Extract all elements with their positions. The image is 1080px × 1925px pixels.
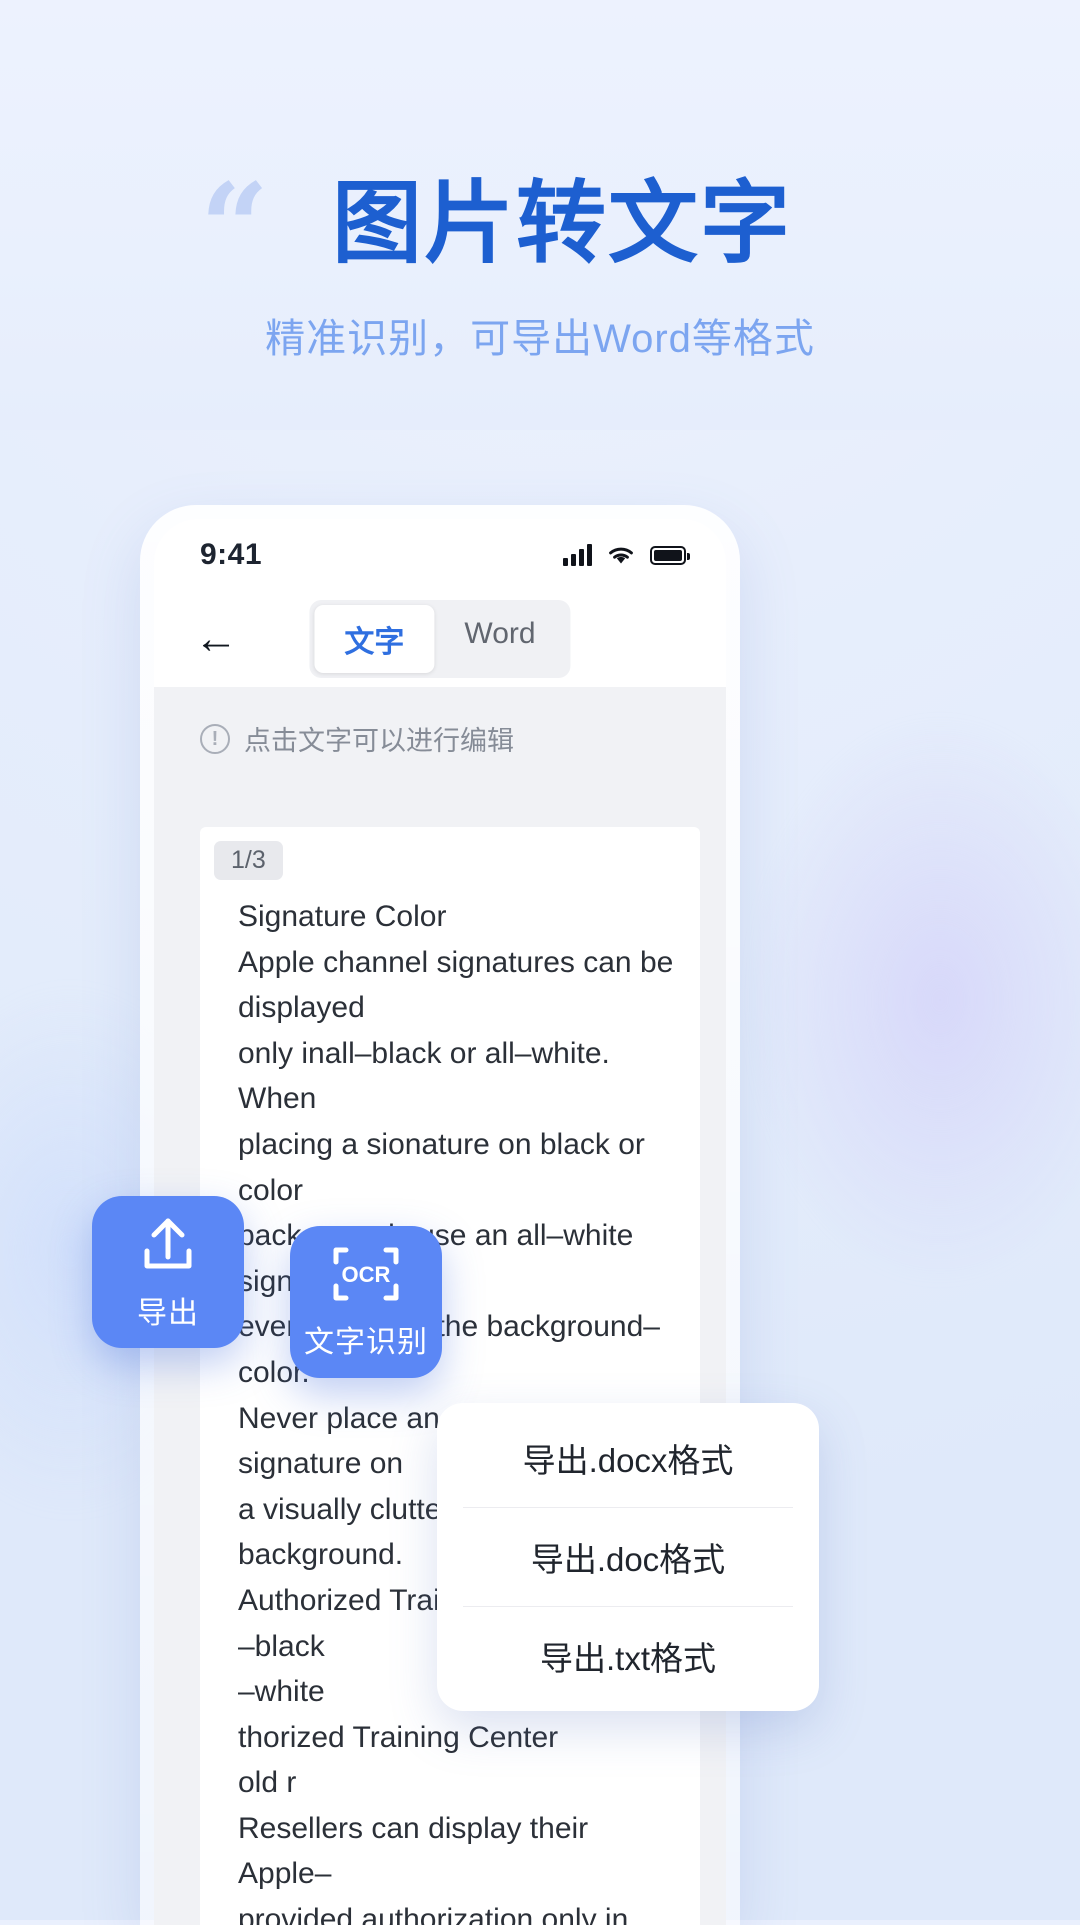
- status-bar-clock: 9:41: [200, 538, 263, 571]
- ocr-fab-button[interactable]: OCR 文字识别: [290, 1226, 442, 1378]
- status-bar-icons: [563, 544, 690, 566]
- upload-icon: [144, 1218, 192, 1268]
- export-format-menu: 导出.docx格式 导出.doc格式 导出.txt格式: [437, 1403, 819, 1711]
- page-subtitle: 精准识别，可导出Word等格式: [265, 317, 815, 361]
- svg-text:OCR: OCR: [342, 1262, 391, 1287]
- wifi-icon: [609, 547, 633, 564]
- background-glow-right: [680, 620, 1080, 1380]
- hero-header: “ 图片转文字 精准识别，可导出Word等格式: [0, 150, 1080, 364]
- edit-hint-label: 点击文字可以进行编辑: [244, 726, 514, 756]
- tab-word[interactable]: Word: [434, 605, 565, 673]
- cellular-signal-icon: [563, 544, 592, 566]
- menu-item-txt[interactable]: 导出.txt格式: [437, 1607, 819, 1705]
- page-indicator-badge: 1/3: [214, 841, 283, 880]
- menu-item-docx[interactable]: 导出.docx格式: [437, 1409, 819, 1507]
- menu-item-doc[interactable]: 导出.doc格式: [437, 1508, 819, 1606]
- back-arrow-icon[interactable]: ←: [194, 617, 238, 661]
- ocr-scan-icon: OCR: [333, 1247, 399, 1300]
- battery-icon: [650, 545, 690, 565]
- page-title: 图片转文字: [332, 174, 792, 274]
- navigation-bar: ← 文字 Word: [154, 591, 726, 687]
- segmented-control: 文字 Word: [309, 600, 571, 678]
- edit-hint: ! 点击文字可以进行编辑: [154, 687, 726, 788]
- tab-text[interactable]: 文字: [314, 605, 435, 673]
- ocr-fab-label: 文字识别: [304, 1325, 428, 1359]
- export-fab-label: 导出: [137, 1296, 199, 1330]
- status-bar: 9:41: [154, 519, 726, 591]
- document-card[interactable]: 1/3 Signature Color Apple channel signat…: [200, 827, 700, 1925]
- export-fab-button[interactable]: 导出: [92, 1196, 244, 1348]
- info-icon: !: [200, 723, 230, 754]
